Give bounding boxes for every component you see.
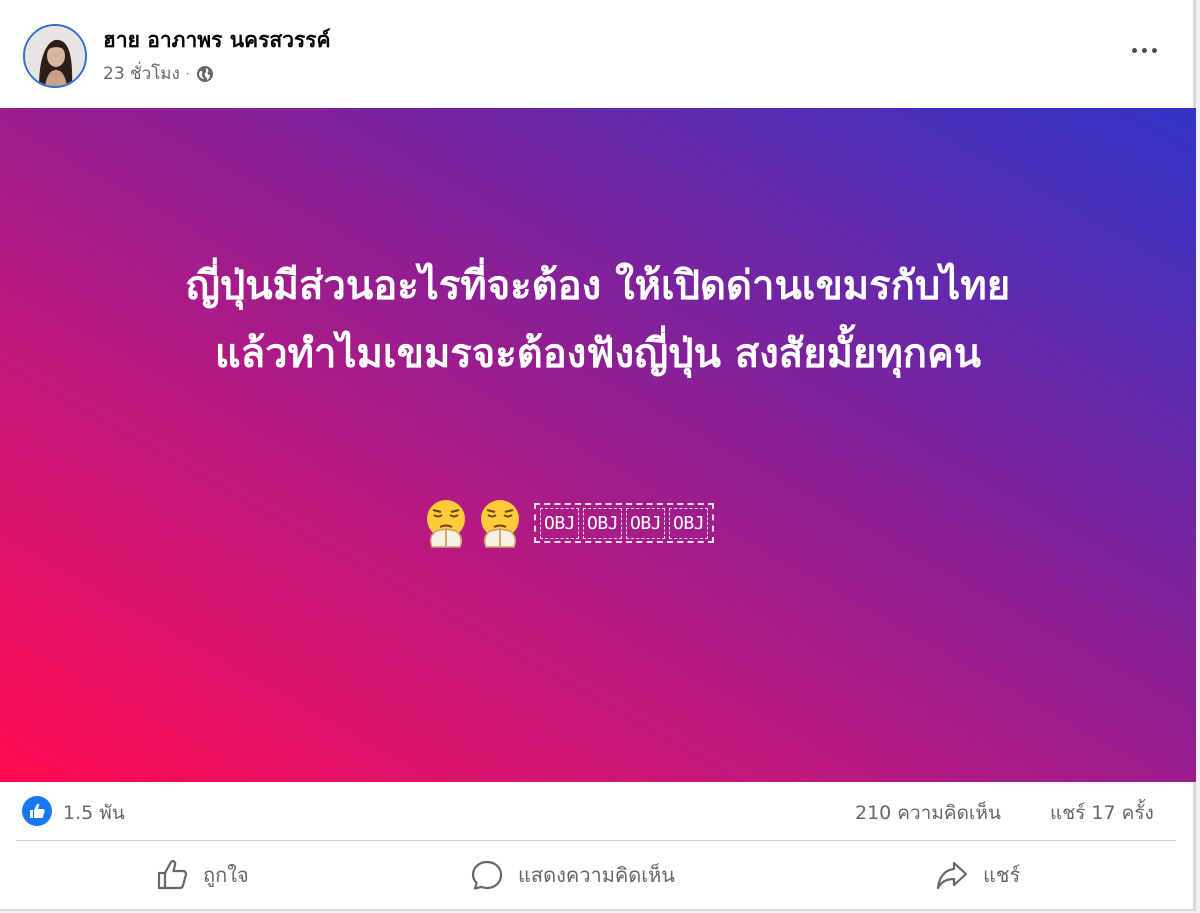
comment-count[interactable]: 210 ความคิดเห็น [855,798,1001,828]
more-dot [1151,47,1157,53]
object-placeholder: OBJ [669,507,709,539]
post-text-line: แล้วทำไมเขมรจะต้องฟังญี่ปุ่น สงสัยมั้ยทุ… [214,331,982,377]
like-button[interactable]: ถูกใจ [155,853,249,897]
pray-emoji-icon [427,500,465,548]
comment-button-label: แสดงความคิดเห็น [518,863,675,887]
object-placeholder: OBJ [540,507,580,539]
share-count[interactable]: แชร์ 17 ครั้ง [1050,798,1154,828]
reactions-row: 1.5 พัน 210 ความคิดเห็น แชร์ 17 ครั้ง [0,782,1196,840]
action-bar: ถูกใจ แสดงความคิดเห็น แชร์ [0,841,1196,909]
object-placeholder-group: OBJ OBJ OBJ OBJ [534,503,715,543]
author-avatar[interactable] [23,24,87,88]
author-name[interactable]: ฮาย อาภาพร นครสวรรค์ [103,24,331,57]
share-button[interactable]: แชร์ [935,853,1020,897]
meta-separator: · [185,66,190,81]
more-dot [1131,47,1137,53]
share-arrow-icon [936,861,968,890]
post-time[interactable]: 23 ชั่วโมง [103,60,180,87]
more-dot [1141,47,1147,53]
post-header: ฮาย อาภาพร นครสวรรค์ 23 ชั่วโมง · [0,0,1196,108]
thumbs-up-outline-icon [157,860,188,890]
object-placeholder: OBJ [583,507,623,539]
more-options-button[interactable] [1122,32,1166,68]
post-card: ฮาย อาภาพร นครสวรรค์ 23 ชั่วโมง · ญี่ปุ่… [0,0,1196,911]
like-button-label: ถูกใจ [203,863,249,887]
pray-emoji-icon [481,500,519,548]
comment-button[interactable]: แสดงความคิดเห็น [470,853,675,897]
avatar-image [25,26,85,86]
thumbs-up-icon [30,803,45,818]
post-emoji-line: OBJ OBJ OBJ OBJ [420,493,715,553]
post-background [0,108,1196,782]
post-text-line: ญี่ปุ่นมีส่วนอะไรที่จะต้อง ให้เปิดด่านเข… [185,263,1011,309]
share-button-label: แชร์ [983,863,1021,887]
post-text: ญี่ปุ่นมีส่วนอะไรที่จะต้อง ให้เปิดด่านเข… [0,252,1196,388]
like-count[interactable]: 1.5 พัน [63,798,125,828]
like-reaction-icon[interactable] [22,796,52,826]
comment-bubble-icon [471,860,503,890]
object-placeholder: OBJ [626,507,666,539]
post-meta: 23 ชั่วโมง · [103,60,214,87]
globe-icon[interactable] [196,65,214,83]
